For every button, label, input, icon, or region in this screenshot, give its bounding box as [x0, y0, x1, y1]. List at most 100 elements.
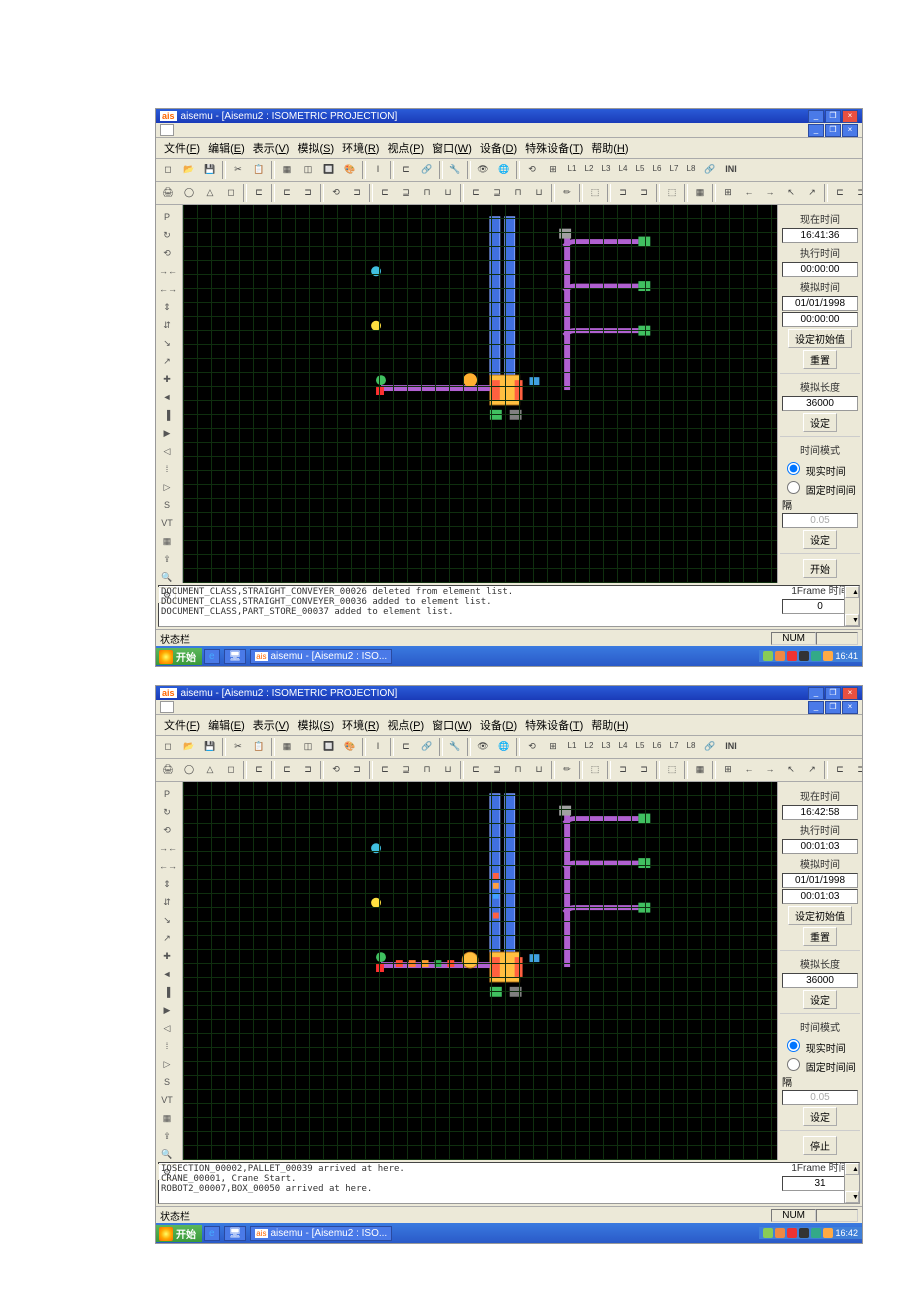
- mdi-max-button[interactable]: ❐: [825, 124, 841, 137]
- layer-button-L8[interactable]: L8: [683, 737, 699, 757]
- toolbar-button[interactable]: ⊔: [529, 183, 549, 203]
- quick-desktop-button[interactable]: 🖥: [224, 1226, 247, 1241]
- menu-f[interactable]: 文件(F): [160, 140, 204, 156]
- toolbar-button[interactable]: ⊏: [830, 760, 850, 780]
- len-set-button[interactable]: 设定: [803, 413, 837, 432]
- tool-button[interactable]: ↻: [158, 227, 176, 243]
- toolbar-button[interactable]: ⊓: [508, 183, 528, 203]
- title-bar[interactable]: ais aisemu - [Aisemu2 : ISOMETRIC PROJEC…: [156, 109, 862, 123]
- system-tray[interactable]: 16:41: [759, 650, 862, 662]
- tool-button[interactable]: ⇕: [158, 299, 176, 315]
- mdi-close-button[interactable]: ×: [842, 701, 858, 714]
- menu-w[interactable]: 窗口(W): [428, 140, 476, 156]
- tray-icon[interactable]: [787, 651, 797, 661]
- toolbar-button[interactable]: ⊏: [466, 183, 486, 203]
- tool-button[interactable]: ▶: [158, 425, 176, 441]
- init-button[interactable]: 设定初始值: [788, 906, 852, 925]
- toolbar-button[interactable]: ⊐: [634, 760, 654, 780]
- toolbar-button[interactable]: ⊐: [298, 760, 318, 780]
- toolbar-button[interactable]: ⊐: [347, 760, 367, 780]
- toolbar-button[interactable]: ◫: [298, 160, 318, 180]
- tool-button[interactable]: ▷: [158, 1056, 176, 1072]
- layer-button-L7[interactable]: L7: [666, 160, 682, 180]
- toolbar-button[interactable]: ⊏: [277, 760, 297, 780]
- toolbar-button[interactable]: ⊒: [487, 183, 507, 203]
- toolbar-button[interactable]: ▦: [277, 160, 297, 180]
- reset-button[interactable]: 重置: [803, 927, 837, 946]
- tool-button[interactable]: ⇪: [158, 1128, 176, 1144]
- volume-icon[interactable]: [823, 1228, 833, 1238]
- toolbar-button[interactable]: ▦: [277, 737, 297, 757]
- toolbar-button[interactable]: 👁: [473, 737, 493, 757]
- menu-d[interactable]: 设备(D): [476, 140, 521, 156]
- toolbar-button[interactable]: ↖: [781, 183, 801, 203]
- toolbar-button[interactable]: ↗: [802, 760, 822, 780]
- viewport[interactable]: [183, 205, 777, 583]
- toolbar-button[interactable]: ⊓: [508, 760, 528, 780]
- menu-e[interactable]: 编辑(E): [204, 140, 249, 156]
- toolbar-button[interactable]: ◫: [298, 737, 318, 757]
- scroll-up-button[interactable]: ▲: [845, 1163, 859, 1175]
- layer-button-L2[interactable]: L2: [581, 737, 597, 757]
- toolbar-button[interactable]: △: [200, 760, 220, 780]
- tool-button[interactable]: →←: [158, 263, 176, 279]
- menu-s[interactable]: 模拟(S): [293, 717, 338, 733]
- toolbar-button[interactable]: ⊏: [277, 183, 297, 203]
- layer-button-L5[interactable]: L5: [632, 737, 648, 757]
- toolbar-button[interactable]: ◻: [158, 160, 178, 180]
- toolbar-button[interactable]: ▦: [690, 183, 710, 203]
- toolbar-button[interactable]: ←: [739, 183, 759, 203]
- menu-t[interactable]: 特殊设备(T): [521, 140, 587, 156]
- tray-icon[interactable]: [775, 1228, 785, 1238]
- minimize-button[interactable]: _: [808, 110, 824, 123]
- volume-icon[interactable]: [823, 651, 833, 661]
- tool-button[interactable]: VT: [158, 1092, 176, 1108]
- toolbar-button[interactable]: △: [200, 183, 220, 203]
- tool-button[interactable]: ⇵: [158, 317, 176, 333]
- tool-button[interactable]: ✚: [158, 371, 176, 387]
- reset-button[interactable]: 重置: [803, 350, 837, 369]
- close-button[interactable]: ×: [842, 687, 858, 700]
- tool-button[interactable]: ⇵: [158, 894, 176, 910]
- toolbar-button[interactable]: 🌐: [494, 737, 514, 757]
- tool-button[interactable]: ⟲: [158, 245, 176, 261]
- quick-desktop-button[interactable]: 🖥: [224, 649, 247, 664]
- toolbar-button[interactable]: 🔗: [417, 737, 437, 757]
- toolbar-button[interactable]: ↗: [802, 183, 822, 203]
- layer-button-L5[interactable]: L5: [632, 160, 648, 180]
- toolbar-button[interactable]: I: [368, 160, 388, 180]
- toolbar-button[interactable]: ⊏: [830, 183, 850, 203]
- tool-button[interactable]: ▐: [158, 984, 176, 1000]
- start-menu-button[interactable]: 开始: [156, 648, 202, 665]
- toolbar-button[interactable]: ↖: [781, 760, 801, 780]
- tool-button[interactable]: ⇪: [158, 551, 176, 567]
- layer-button-L2[interactable]: L2: [581, 160, 597, 180]
- toolbar-button[interactable]: ⊏: [249, 760, 269, 780]
- toolbar-button[interactable]: ⊞: [718, 183, 738, 203]
- layer-button-L1[interactable]: L1: [564, 737, 580, 757]
- menu-p[interactable]: 视点(P): [383, 717, 428, 733]
- scroll-down-button[interactable]: ▼: [845, 1191, 859, 1203]
- menu-e[interactable]: 编辑(E): [204, 717, 249, 733]
- toolbar-button[interactable]: ⊞: [718, 760, 738, 780]
- menu-t[interactable]: 特殊设备(T): [521, 717, 587, 733]
- mdi-min-button[interactable]: _: [808, 124, 824, 137]
- tray-icon[interactable]: [763, 1228, 773, 1238]
- mode-set-button[interactable]: 设定: [803, 1107, 837, 1126]
- toolbar-button[interactable]: ✏: [557, 183, 577, 203]
- toolbar-button[interactable]: 💾: [200, 737, 220, 757]
- toolbar-button[interactable]: ⊐: [347, 183, 367, 203]
- toolbar-button[interactable]: ⊐: [613, 183, 633, 203]
- layer-button-L6[interactable]: L6: [649, 160, 665, 180]
- tool-button[interactable]: ⟲: [158, 822, 176, 838]
- toolbar-button[interactable]: ⟲: [522, 160, 542, 180]
- ini-button[interactable]: INI: [721, 737, 741, 757]
- ini-button[interactable]: INI: [721, 160, 741, 180]
- mdi-close-button[interactable]: ×: [842, 124, 858, 137]
- toolbar-button[interactable]: 👁: [473, 160, 493, 180]
- tray-icon[interactable]: [799, 1228, 809, 1238]
- tool-button[interactable]: ▷: [158, 479, 176, 495]
- tray-icon[interactable]: [775, 651, 785, 661]
- quick-ie-button[interactable]: e: [204, 649, 220, 664]
- menu-r[interactable]: 环境(R): [338, 717, 383, 733]
